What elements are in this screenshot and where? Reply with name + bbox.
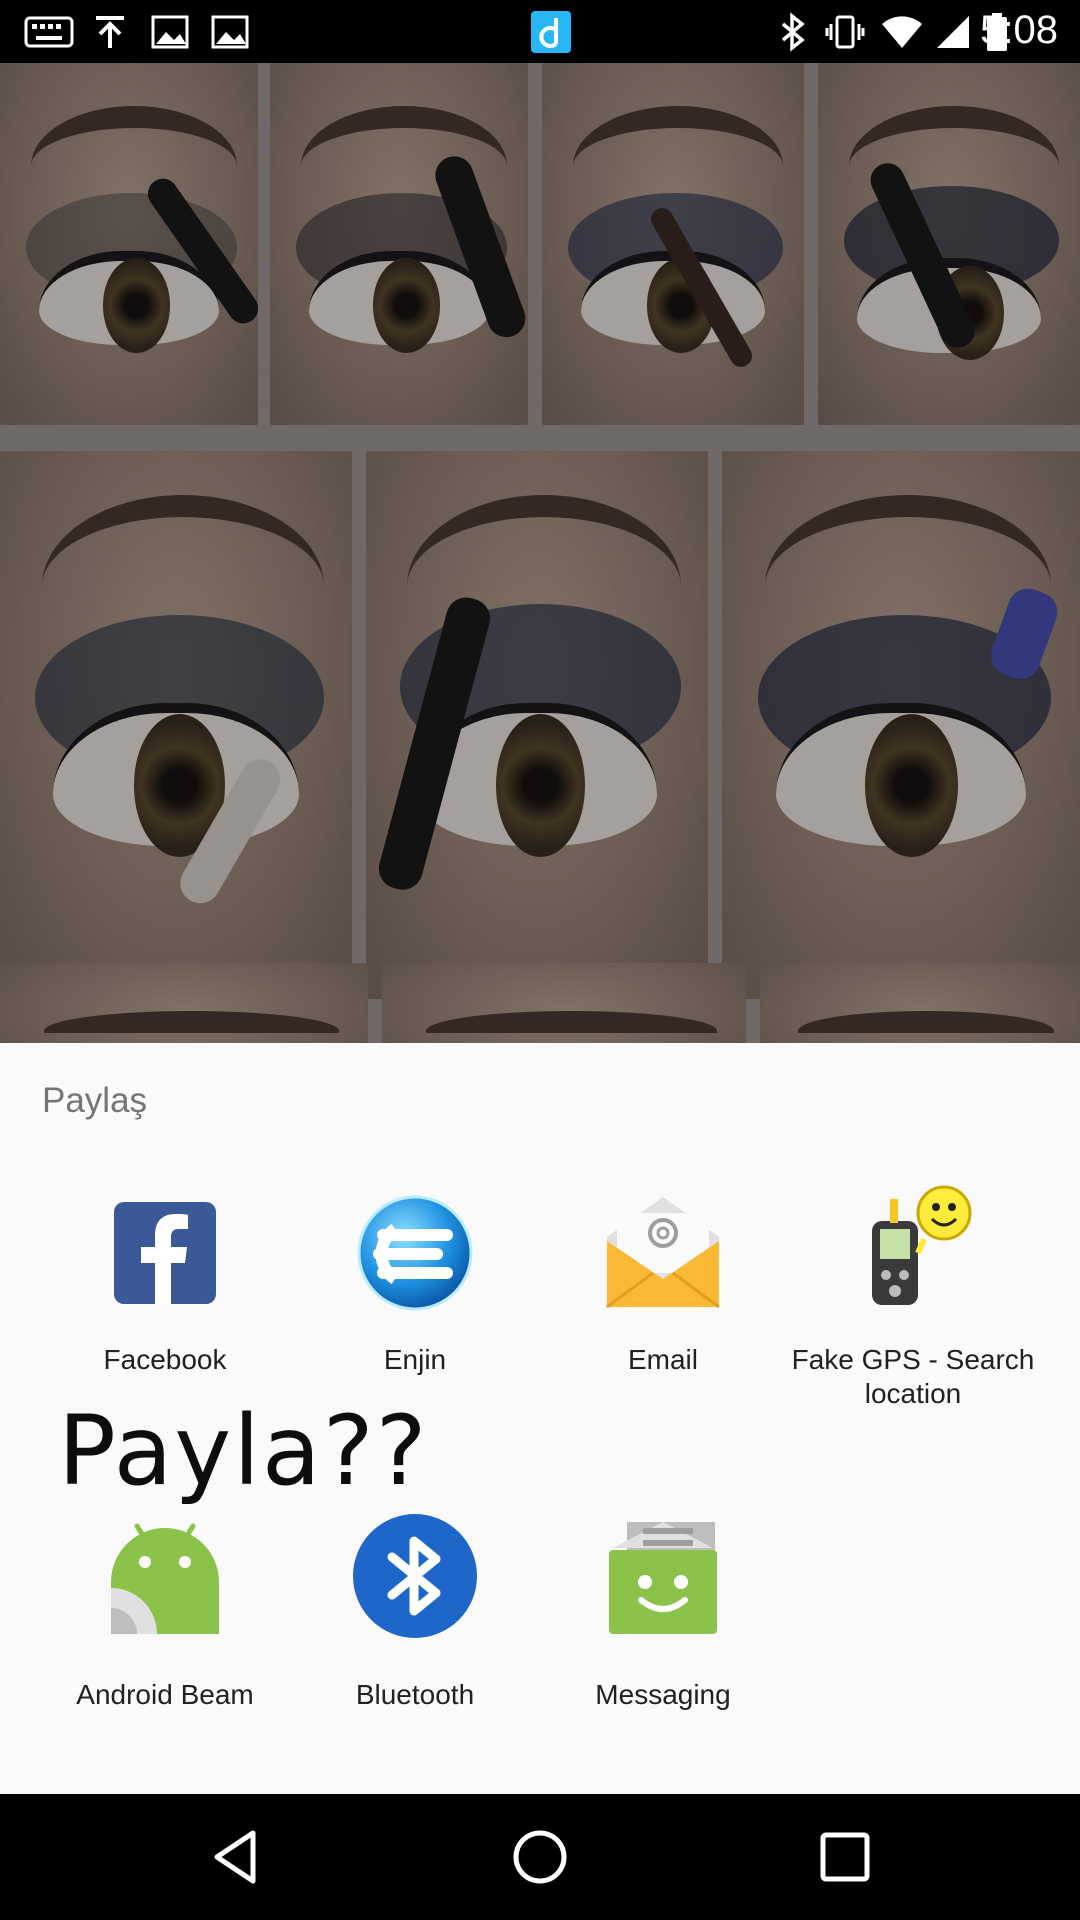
app-label: Enjin [383, 1344, 447, 1375]
makeup-step-image [0, 451, 352, 999]
app-label: Android Beam [76, 1679, 254, 1710]
share-target-messaging[interactable]: Messaging [538, 1518, 788, 1718]
recents-icon[interactable] [815, 1827, 875, 1887]
makeup-step-image [0, 963, 368, 1043]
share-sheet: Paylaş Facebook Enjin Email Fake GPS - S… [0, 1043, 1080, 1794]
bluetooth-icon [352, 1513, 478, 1639]
messaging-icon [603, 1518, 723, 1638]
makeup-step-image [382, 963, 746, 1043]
bluetooth-icon [781, 12, 805, 52]
app-label: Messaging [595, 1679, 731, 1710]
app-label-line: location [864, 1378, 962, 1409]
share-target-facebook[interactable]: Facebook [40, 1193, 290, 1393]
makeup-step-image [366, 451, 708, 999]
back-icon[interactable] [207, 1827, 267, 1887]
status-bar: 5:08 [0, 0, 1080, 63]
enjin-icon [355, 1193, 475, 1313]
image-icon [151, 15, 189, 49]
vibrate-icon [825, 15, 865, 49]
app-label: Email [627, 1344, 698, 1375]
signal-icon [937, 16, 969, 48]
background-image-grid [0, 63, 1080, 1043]
fake-gps-icon [850, 1183, 980, 1313]
android-beam-icon [105, 1518, 225, 1638]
share-sheet-title: Paylaş [42, 1081, 148, 1120]
home-icon[interactable] [510, 1827, 570, 1887]
makeup-step-image [0, 63, 258, 425]
email-icon [603, 1193, 723, 1313]
clock: 5:08 [980, 8, 1058, 52]
navigation-bar [0, 1794, 1080, 1920]
share-target-email[interactable]: Email [538, 1193, 788, 1393]
upload-icon [96, 16, 124, 48]
app-d-icon [531, 11, 571, 53]
makeup-step-image [270, 63, 528, 425]
makeup-step-image [818, 63, 1080, 425]
app-label: Facebook [103, 1344, 227, 1375]
wifi-icon [882, 16, 922, 48]
share-target-fake-gps[interactable]: Fake GPS - Search location [788, 1185, 1038, 1409]
keyboard-icon [24, 16, 74, 48]
share-target-bluetooth[interactable]: Bluetooth [290, 1514, 540, 1718]
share-target-android-beam[interactable]: Android Beam [40, 1518, 290, 1718]
app-label: Bluetooth [355, 1679, 475, 1710]
app-label-line: Fake GPS - Search [791, 1344, 1035, 1375]
makeup-step-image [760, 963, 1080, 1043]
makeup-step-image [722, 451, 1080, 999]
app-label: Fake GPS - Search location [788, 1343, 1038, 1411]
facebook-icon [105, 1193, 225, 1313]
makeup-step-image [542, 63, 804, 425]
image-icon [211, 15, 249, 49]
overlay-text: Payla?? [58, 1395, 429, 1507]
share-target-enjin[interactable]: Enjin [290, 1193, 540, 1393]
